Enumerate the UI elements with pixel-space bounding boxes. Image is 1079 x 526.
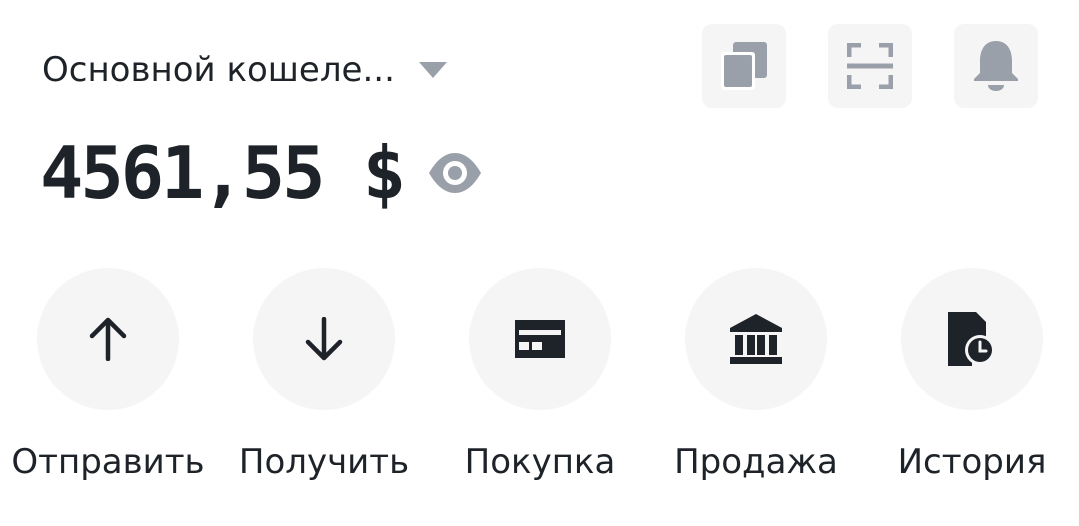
action-send[interactable]: Отправить [0, 268, 216, 498]
history-icon [948, 312, 995, 366]
history-label: История [897, 442, 1047, 482]
scan-icon [847, 43, 893, 89]
receive-button[interactable] [253, 268, 395, 410]
notifications-button[interactable] [954, 24, 1038, 108]
buy-label: Покупка [464, 442, 616, 482]
balance-amount: 4561,55 $ [40, 131, 406, 215]
buy-button[interactable] [469, 268, 611, 410]
bank-icon [730, 314, 782, 364]
wallet-selector[interactable]: Основной кошеле... [42, 44, 447, 96]
eye-icon[interactable] [429, 153, 482, 193]
copy-button[interactable] [702, 24, 786, 108]
balance-row: 4561,55 $ [40, 128, 482, 218]
wallet-name: Основной кошеле... [42, 50, 395, 90]
send-button[interactable] [37, 268, 179, 410]
arrow-up-icon [89, 317, 127, 361]
scan-button[interactable] [828, 24, 912, 108]
bell-icon [974, 41, 1018, 91]
action-history[interactable]: История [864, 268, 1079, 498]
card-icon [515, 320, 565, 358]
sell-label: Продажа [674, 442, 838, 482]
action-buy[interactable]: Покупка [432, 268, 648, 498]
caret-down-icon [418, 62, 447, 78]
copy-icon [721, 42, 767, 90]
arrow-down-icon [305, 317, 343, 361]
action-receive[interactable]: Получить [216, 268, 432, 498]
action-sell[interactable]: Продажа [648, 268, 864, 498]
receive-label: Получить [238, 442, 410, 482]
history-button[interactable] [901, 268, 1043, 410]
sell-button[interactable] [685, 268, 827, 410]
send-label: Отправить [11, 442, 205, 482]
